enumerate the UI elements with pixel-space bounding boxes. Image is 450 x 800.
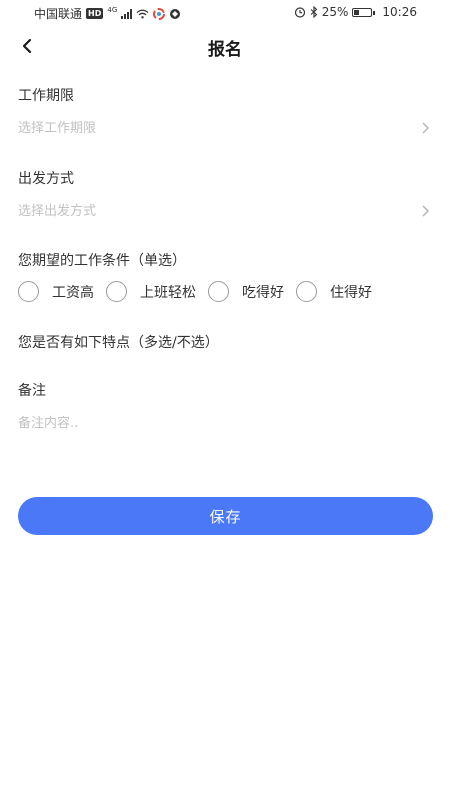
status-bar-right: 25% 10:26	[294, 5, 417, 19]
radio-button[interactable]	[18, 281, 39, 302]
radio-label: 工资高	[52, 284, 94, 301]
departure-select[interactable]: 选择出发方式	[18, 200, 432, 230]
radio-button[interactable]	[296, 281, 317, 302]
sync-notification-icon	[170, 8, 181, 19]
features-label: 您是否有如下特点（多选/不选）	[18, 335, 219, 351]
save-button[interactable]: 保存	[18, 497, 433, 535]
radio-option-high-salary[interactable]: 工资高	[18, 281, 94, 302]
nav-header: 报名	[0, 24, 450, 70]
battery-percent: 25%	[321, 5, 349, 19]
hd-badge: HD	[86, 8, 104, 19]
work-period-placeholder: 选择工作期限	[18, 121, 97, 136]
departure-label: 出发方式	[18, 171, 74, 187]
status-bar: 中国联通 HD 4G 25% 10:26	[0, 0, 450, 24]
signal-icon	[121, 8, 133, 19]
status-bar-left: 中国联通 HD 4G	[34, 5, 181, 22]
conditions-label: 您期望的工作条件（单选）	[18, 253, 186, 269]
battery-icon	[352, 7, 376, 17]
radio-label: 上班轻松	[140, 284, 196, 301]
radio-button[interactable]	[106, 281, 127, 302]
alarm-icon	[294, 7, 305, 18]
radio-label: 住得好	[330, 284, 372, 301]
conditions-radio-group: 工资高 上班轻松 吃得好 住得好	[18, 281, 372, 302]
radio-option-good-food[interactable]: 吃得好	[208, 281, 284, 302]
carrier-name: 中国联通	[34, 7, 83, 21]
clock: 10:26	[382, 5, 417, 19]
radio-option-good-housing[interactable]: 住得好	[296, 281, 372, 302]
departure-placeholder: 选择出发方式	[18, 204, 97, 219]
remark-input[interactable]	[18, 412, 432, 452]
chevron-right-icon	[422, 205, 430, 217]
chevron-right-icon	[422, 122, 430, 134]
radio-option-easy-work[interactable]: 上班轻松	[106, 281, 196, 302]
wifi-icon	[136, 9, 149, 18]
radio-label: 吃得好	[242, 284, 284, 301]
bluetooth-icon	[310, 6, 318, 18]
page-title: 报名	[208, 40, 242, 60]
app-notification-icon	[153, 7, 166, 20]
radio-button[interactable]	[208, 281, 229, 302]
work-period-select[interactable]: 选择工作期限	[18, 117, 432, 147]
remark-label: 备注	[18, 383, 46, 399]
work-period-label: 工作期限	[18, 88, 74, 104]
network-type: 4G	[107, 5, 118, 14]
